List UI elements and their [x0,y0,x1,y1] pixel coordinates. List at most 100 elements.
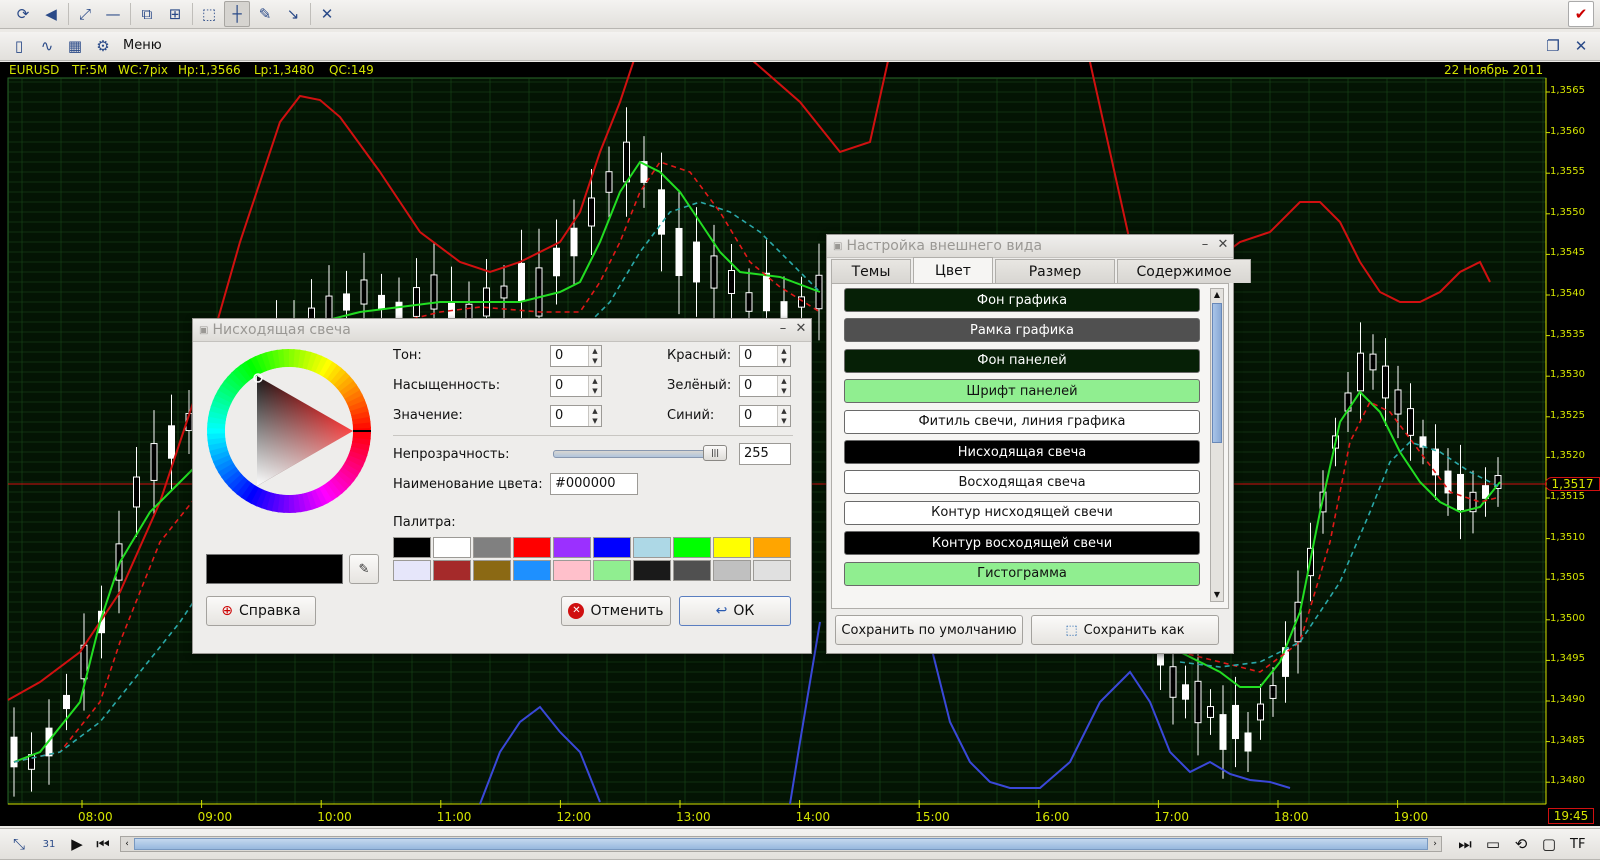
color-item[interactable]: Шрифт панелей [844,379,1200,404]
opacity-field[interactable]: 255 [739,443,791,465]
vertical-scrollbar[interactable]: ▲ ▼ [1210,288,1224,602]
scroll-up-arrow[interactable]: ▲ [1211,289,1223,301]
skip-back-icon[interactable]: ⏮ [90,831,116,857]
toolbar-separator [310,3,311,25]
line-icon[interactable]: — [100,1,126,27]
gears-icon[interactable]: ⚙ [90,33,116,59]
palette-swatch[interactable] [633,560,671,581]
window-close-icon[interactable]: ✕ [1568,33,1594,59]
color-item[interactable]: Фон панелей [844,348,1200,373]
scrollbar-thumb[interactable] [134,838,1428,850]
window-menu-icon[interactable]: ▣ [833,241,842,252]
gradient-icon[interactable]: ▦ [62,33,88,59]
draw-icon[interactable]: ✎ [252,1,278,27]
expand-icon[interactable]: ⤡ [6,831,32,857]
minimize-icon[interactable]: – [1197,237,1213,253]
color-item[interactable]: Нисходящая свеча [844,440,1200,464]
select-icon[interactable]: ⬚ [196,1,222,27]
palette-swatch[interactable] [673,560,711,581]
opacity-label: Непрозрачность: [393,447,510,462]
color-item[interactable]: Контур восходящей свечи [844,531,1200,556]
hue-spinbox[interactable]: 0 ▲ ▼ [550,345,602,367]
palette-swatch[interactable] [713,537,751,558]
help-icon: ⊕ [221,603,234,619]
blue-spinbox[interactable]: 0 ▲ ▼ [739,405,791,427]
time-scrollbar[interactable]: ‹ › [120,836,1442,852]
palette-swatch[interactable] [673,537,711,558]
palette-swatch[interactable] [553,537,591,558]
green-spinbox[interactable]: 0 ▲ ▼ [739,375,791,397]
skip-forward-icon[interactable]: ⏭ [1452,831,1478,857]
crosshair-icon[interactable]: ┼ [224,1,250,27]
check-icon[interactable]: ✔ [1568,1,1594,27]
wave-icon[interactable]: ∿ [34,33,60,59]
palette-swatch[interactable] [593,560,631,581]
window-menu-icon[interactable]: ▣ [199,325,208,336]
palette-swatch[interactable] [593,537,631,558]
ok-button[interactable]: ↩ ОК [679,596,791,626]
opacity-slider[interactable] [553,450,727,458]
palette-swatch[interactable] [633,537,671,558]
appearance-dialog-titlebar[interactable]: ▣ Настройка внешнего вида – ✕ [827,235,1233,258]
fit-icon[interactable]: ⤢ [72,1,98,27]
zoom-in-icon[interactable]: ▢ [1536,831,1562,857]
palette-swatch[interactable] [473,560,511,581]
palette-swatch[interactable] [553,560,591,581]
palette-swatch[interactable] [753,560,791,581]
color-wheel[interactable] [207,349,371,513]
tab-1[interactable]: Цвет [913,257,993,283]
color-item[interactable]: Рамка графика [844,318,1200,343]
palette-swatch[interactable] [513,537,551,558]
color-item[interactable]: Фон графика [844,288,1200,312]
value-spinbox[interactable]: 0 ▲ ▼ [550,405,602,427]
save-as-button[interactable]: ⬚ Сохранить как [1031,615,1219,645]
calendar-icon[interactable]: 31 [36,831,62,857]
symbol-label: EURUSD [9,63,60,77]
color-name-field[interactable]: #000000 [550,473,638,495]
opacity-slider-handle[interactable]: ||| [703,445,727,461]
trend-icon[interactable]: ↘ [280,1,306,27]
color-item[interactable]: Восходящая свеча [844,470,1200,495]
help-button[interactable]: ⊕ Справка [206,596,316,626]
new-window-icon[interactable]: ⧉ [134,1,160,27]
color-dialog-titlebar[interactable]: ▣ Нисходящая свеча – ✕ [193,319,811,342]
color-item[interactable]: Гистограмма [844,561,1200,586]
cancel-button[interactable]: ✕ Отменить [561,596,671,626]
restore-icon[interactable]: ❐ [1540,33,1566,59]
close-icon[interactable]: ✕ [314,1,340,27]
color-item[interactable]: Фитиль свечи, линия графика [844,409,1200,434]
panel-icon[interactable]: ▯ [6,33,32,59]
palette-swatch[interactable] [433,560,471,581]
eyedropper-button[interactable]: ✎ [349,554,379,584]
sound-icon[interactable]: ◀ [38,1,64,27]
zoom-out-icon[interactable]: ▭ [1480,831,1506,857]
scroll-thumb[interactable] [1212,303,1222,443]
save-default-button[interactable]: Сохранить по умолчанию [835,615,1023,645]
palette-swatch[interactable] [393,537,431,558]
reset-icon[interactable]: ⟲ [1508,831,1534,857]
close-icon[interactable]: ✕ [1215,237,1231,253]
palette-swatch[interactable] [433,537,471,558]
scrollbar-left-arrow[interactable]: ‹ [121,837,133,851]
palette-swatch[interactable] [513,560,551,581]
palette-swatch[interactable] [753,537,791,558]
palette-swatch[interactable] [713,560,751,581]
tab-2[interactable]: Размер [995,259,1115,283]
play-icon[interactable]: ▶ [64,831,90,857]
scrollbar-right-arrow[interactable]: › [1429,837,1441,851]
palette-swatch[interactable] [473,537,511,558]
price-tick-label: 1,3560 [1550,125,1585,137]
palette-swatch[interactable] [393,560,431,581]
menu-button[interactable]: Меню [123,38,162,53]
tf-button[interactable]: TF [1570,837,1585,852]
scroll-down-arrow[interactable]: ▼ [1211,589,1223,601]
saturation-spinbox[interactable]: 0 ▲ ▼ [550,375,602,397]
refresh-icon[interactable]: ⟳ [10,1,36,27]
tab-3[interactable]: Содержимое [1117,259,1251,283]
minimize-icon[interactable]: – [775,321,791,337]
tab-0[interactable]: Темы [831,259,911,283]
close-icon[interactable]: ✕ [793,321,809,337]
add-window-icon[interactable]: ⊞ [162,1,188,27]
red-spinbox[interactable]: 0 ▲ ▼ [739,345,791,367]
color-item[interactable]: Контур нисходящей свечи [844,500,1200,525]
